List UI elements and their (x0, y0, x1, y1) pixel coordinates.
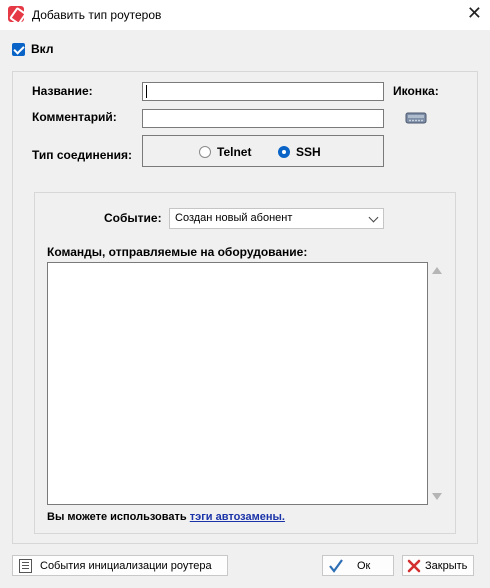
autoreplace-hint: Вы можете использовать тэги автозамены. (47, 511, 285, 523)
radio-ssh-label: SSH (296, 145, 321, 159)
checkbox-checked-icon[interactable] (12, 42, 25, 56)
ok-label: Ок (357, 559, 371, 572)
comment-label: Комментарий: (32, 110, 117, 124)
close-label: Закрыть (425, 559, 468, 572)
icon-label: Иконка: (393, 84, 439, 98)
hint-text: Вы можете использовать (47, 511, 190, 523)
ok-button[interactable]: Ок (322, 555, 394, 576)
init-events-button[interactable]: События инициализации роутера (12, 555, 228, 576)
red-x-icon (407, 559, 421, 572)
enabled-checkbox[interactable]: Вкл (12, 42, 53, 56)
radio-telnet[interactable]: Telnet (199, 145, 251, 159)
checkmark-icon (329, 558, 343, 573)
connection-type-group: Telnet SSH (142, 135, 384, 167)
app-icon (8, 6, 24, 22)
commands-textarea[interactable] (47, 262, 428, 505)
commands-label: Команды, отправляемые на оборудование: (47, 245, 308, 259)
radio-ssh[interactable]: SSH (278, 145, 321, 159)
close-button[interactable]: Закрыть (402, 555, 474, 576)
autoreplace-tags-link[interactable]: тэги автозамены. (190, 511, 285, 523)
event-select[interactable]: Создан новый абонент (169, 208, 384, 229)
event-label: Событие: (104, 211, 162, 225)
router-icon[interactable] (405, 110, 427, 126)
radio-telnet-label: Telnet (217, 145, 252, 159)
connection-type-label: Тип соединения: (32, 148, 133, 162)
scroll-up-arrow-icon[interactable] (432, 267, 442, 274)
title-bar: Добавить тип роутеров ✕ (0, 0, 490, 30)
init-events-label: События инициализации роутера (40, 559, 212, 572)
event-select-value: Создан новый абонент (175, 212, 293, 224)
comment-input[interactable] (142, 109, 384, 128)
window-close-button[interactable]: ✕ (467, 4, 482, 22)
list-icon (19, 558, 32, 573)
name-input[interactable] (142, 82, 384, 101)
name-label: Название: (32, 84, 93, 98)
radio-unchecked-icon[interactable] (199, 146, 211, 158)
radio-checked-icon[interactable] (278, 146, 290, 158)
scroll-down-arrow-icon[interactable] (432, 493, 442, 500)
window-title: Добавить тип роутеров (32, 8, 162, 22)
enabled-label: Вкл (31, 42, 54, 56)
chevron-down-icon (368, 212, 379, 223)
